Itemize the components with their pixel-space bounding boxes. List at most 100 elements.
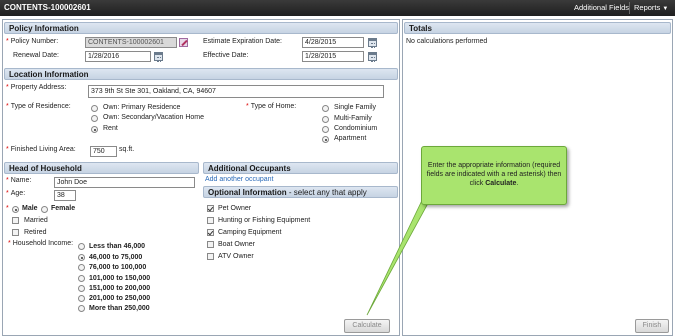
expiration-calendar-icon[interactable]	[368, 38, 377, 48]
gender-required: *	[6, 205, 11, 212]
calculate-button[interactable]: Calculate	[344, 319, 390, 333]
living-area-unit: sq.ft.	[119, 146, 135, 153]
menu-divider	[629, 2, 630, 14]
totals-empty-text: No calculations performed	[406, 38, 488, 45]
home-option-radio[interactable]	[322, 105, 329, 112]
callout-emphasis: Calculate	[485, 180, 517, 187]
age-field[interactable]: 38	[54, 190, 76, 201]
residence-option-label: Rent	[103, 125, 118, 132]
residence-option-radio[interactable]	[91, 115, 98, 122]
home-type-label: * Type of Home:	[246, 103, 297, 110]
additional-fields-menu[interactable]: Additional Fields	[574, 3, 629, 12]
required-asterisk: *	[6, 190, 9, 197]
property-address-field[interactable]: 373 9th St Ste 301, Oakland, CA, 94607	[88, 85, 384, 98]
home-option-label: Apartment	[334, 135, 367, 142]
income-option-label: 151,000 to 200,000	[89, 285, 151, 292]
name-label: * Name:	[6, 177, 32, 184]
living-area-field[interactable]: 750	[90, 146, 117, 157]
edit-policy-icon[interactable]	[179, 38, 188, 47]
add-occupant-link[interactable]: Add another occupant	[205, 176, 274, 183]
hunting-fishing-label: Hunting or Fishing Equipment	[218, 217, 311, 224]
married-checkbox[interactable]	[12, 217, 19, 224]
policy-section-header: Policy Information	[4, 22, 398, 34]
finish-button[interactable]: Finish	[635, 319, 669, 333]
effective-date-field[interactable]: 1/28/2015	[302, 51, 364, 62]
required-asterisk: *	[6, 103, 9, 110]
renewal-calendar-icon[interactable]	[154, 52, 163, 62]
income-option-radio[interactable]	[78, 305, 85, 312]
living-area-label: * Finished Living Area:	[6, 146, 76, 153]
income-option-radio[interactable]	[78, 243, 85, 250]
pet-owner-label: Pet Owner	[218, 205, 252, 212]
income-option-radio[interactable]	[78, 275, 85, 282]
income-option-label: More than 250,000	[89, 305, 150, 312]
household-income-label: * Household Income:	[8, 240, 74, 247]
home-option-label: Single Family	[334, 104, 377, 111]
home-option-radio[interactable]	[322, 116, 329, 123]
income-option-radio[interactable]	[78, 254, 85, 261]
retired-label: Retired	[24, 229, 47, 236]
married-label: Married	[24, 217, 48, 224]
reports-menu[interactable]: Reports ▼	[634, 3, 668, 12]
reports-label: Reports	[634, 3, 661, 12]
occupants-section-header: Additional Occupants	[203, 162, 398, 174]
camping-equipment-checkbox[interactable]	[207, 229, 214, 236]
income-option-radio[interactable]	[78, 285, 85, 292]
retired-checkbox[interactable]	[12, 229, 19, 236]
atv-owner-checkbox[interactable]	[207, 253, 214, 260]
pet-owner-checkbox[interactable]	[207, 205, 214, 212]
required-asterisk: *	[6, 146, 9, 153]
estimate-expiration-label: Estimate Expiration Date:	[203, 38, 282, 45]
gender-male-radio[interactable]	[12, 206, 19, 213]
gender-male-label: Male	[22, 205, 38, 212]
income-option-label: 201,000 to 250,000	[89, 295, 151, 302]
age-label: * Age:	[6, 190, 26, 197]
callout-pointer	[366, 191, 433, 316]
policy-number-field: CONTENTS-100002601	[85, 37, 177, 48]
hunting-fishing-checkbox[interactable]	[207, 217, 214, 224]
residence-option-radio[interactable]	[91, 126, 98, 133]
property-address-label: * Property Address:	[6, 84, 67, 91]
residence-type-label: * Type of Residence:	[6, 103, 71, 110]
residence-option-label: Own: Secondary/Vacation Home	[103, 114, 205, 121]
effective-calendar-icon[interactable]	[368, 52, 377, 62]
home-option-radio[interactable]	[322, 136, 329, 143]
residence-option-label: Own: Primary Residence	[103, 104, 181, 111]
chevron-down-icon: ▼	[662, 6, 669, 12]
atv-owner-label: ATV Owner	[218, 253, 254, 260]
boat-owner-checkbox[interactable]	[207, 241, 214, 248]
gender-female-radio[interactable]	[41, 206, 48, 213]
required-asterisk: *	[6, 38, 9, 45]
income-option-label: 46,000 to 75,000	[89, 254, 143, 261]
required-asterisk: *	[6, 177, 9, 184]
policy-number-label: * Policy Number:	[6, 38, 59, 45]
camping-equipment-label: Camping Equipment	[218, 229, 282, 236]
totals-section-header: Totals	[404, 22, 671, 34]
title-bar: CONTENTS-100002601 Additional Fields Rep…	[0, 0, 675, 16]
effective-date-label: Effective Date:	[203, 52, 249, 59]
income-option-label: 76,000 to 100,000	[89, 264, 147, 271]
boat-owner-label: Boat Owner	[218, 241, 255, 248]
required-asterisk: *	[246, 103, 249, 110]
name-field[interactable]: John Doe	[54, 177, 195, 188]
renewal-date-field[interactable]: 1/28/2016	[85, 51, 151, 62]
income-option-radio[interactable]	[78, 295, 85, 302]
renewal-date-label: Renewal Date:	[13, 52, 59, 59]
gender-female-label: Female	[51, 205, 76, 212]
location-section-header: Location Information	[4, 68, 398, 80]
home-option-radio[interactable]	[322, 126, 329, 133]
help-callout: Enter the appropriate information (requi…	[421, 146, 567, 205]
income-option-label: Less than 46,000	[89, 243, 146, 250]
required-asterisk: *	[6, 84, 9, 91]
household-section-header: Head of Household	[4, 162, 199, 174]
callout-end: .	[516, 180, 519, 187]
income-option-radio[interactable]	[78, 264, 85, 271]
required-asterisk: *	[8, 240, 11, 247]
home-option-label: Multi-Family	[334, 115, 372, 122]
income-option-label: 101,000 to 150,000	[89, 275, 151, 282]
residence-option-radio[interactable]	[91, 105, 98, 112]
window-title: CONTENTS-100002601	[4, 3, 91, 12]
home-option-label: Condominium	[334, 125, 378, 132]
estimate-expiration-field[interactable]: 4/28/2015	[302, 37, 364, 48]
required-asterisk: *	[6, 205, 9, 212]
